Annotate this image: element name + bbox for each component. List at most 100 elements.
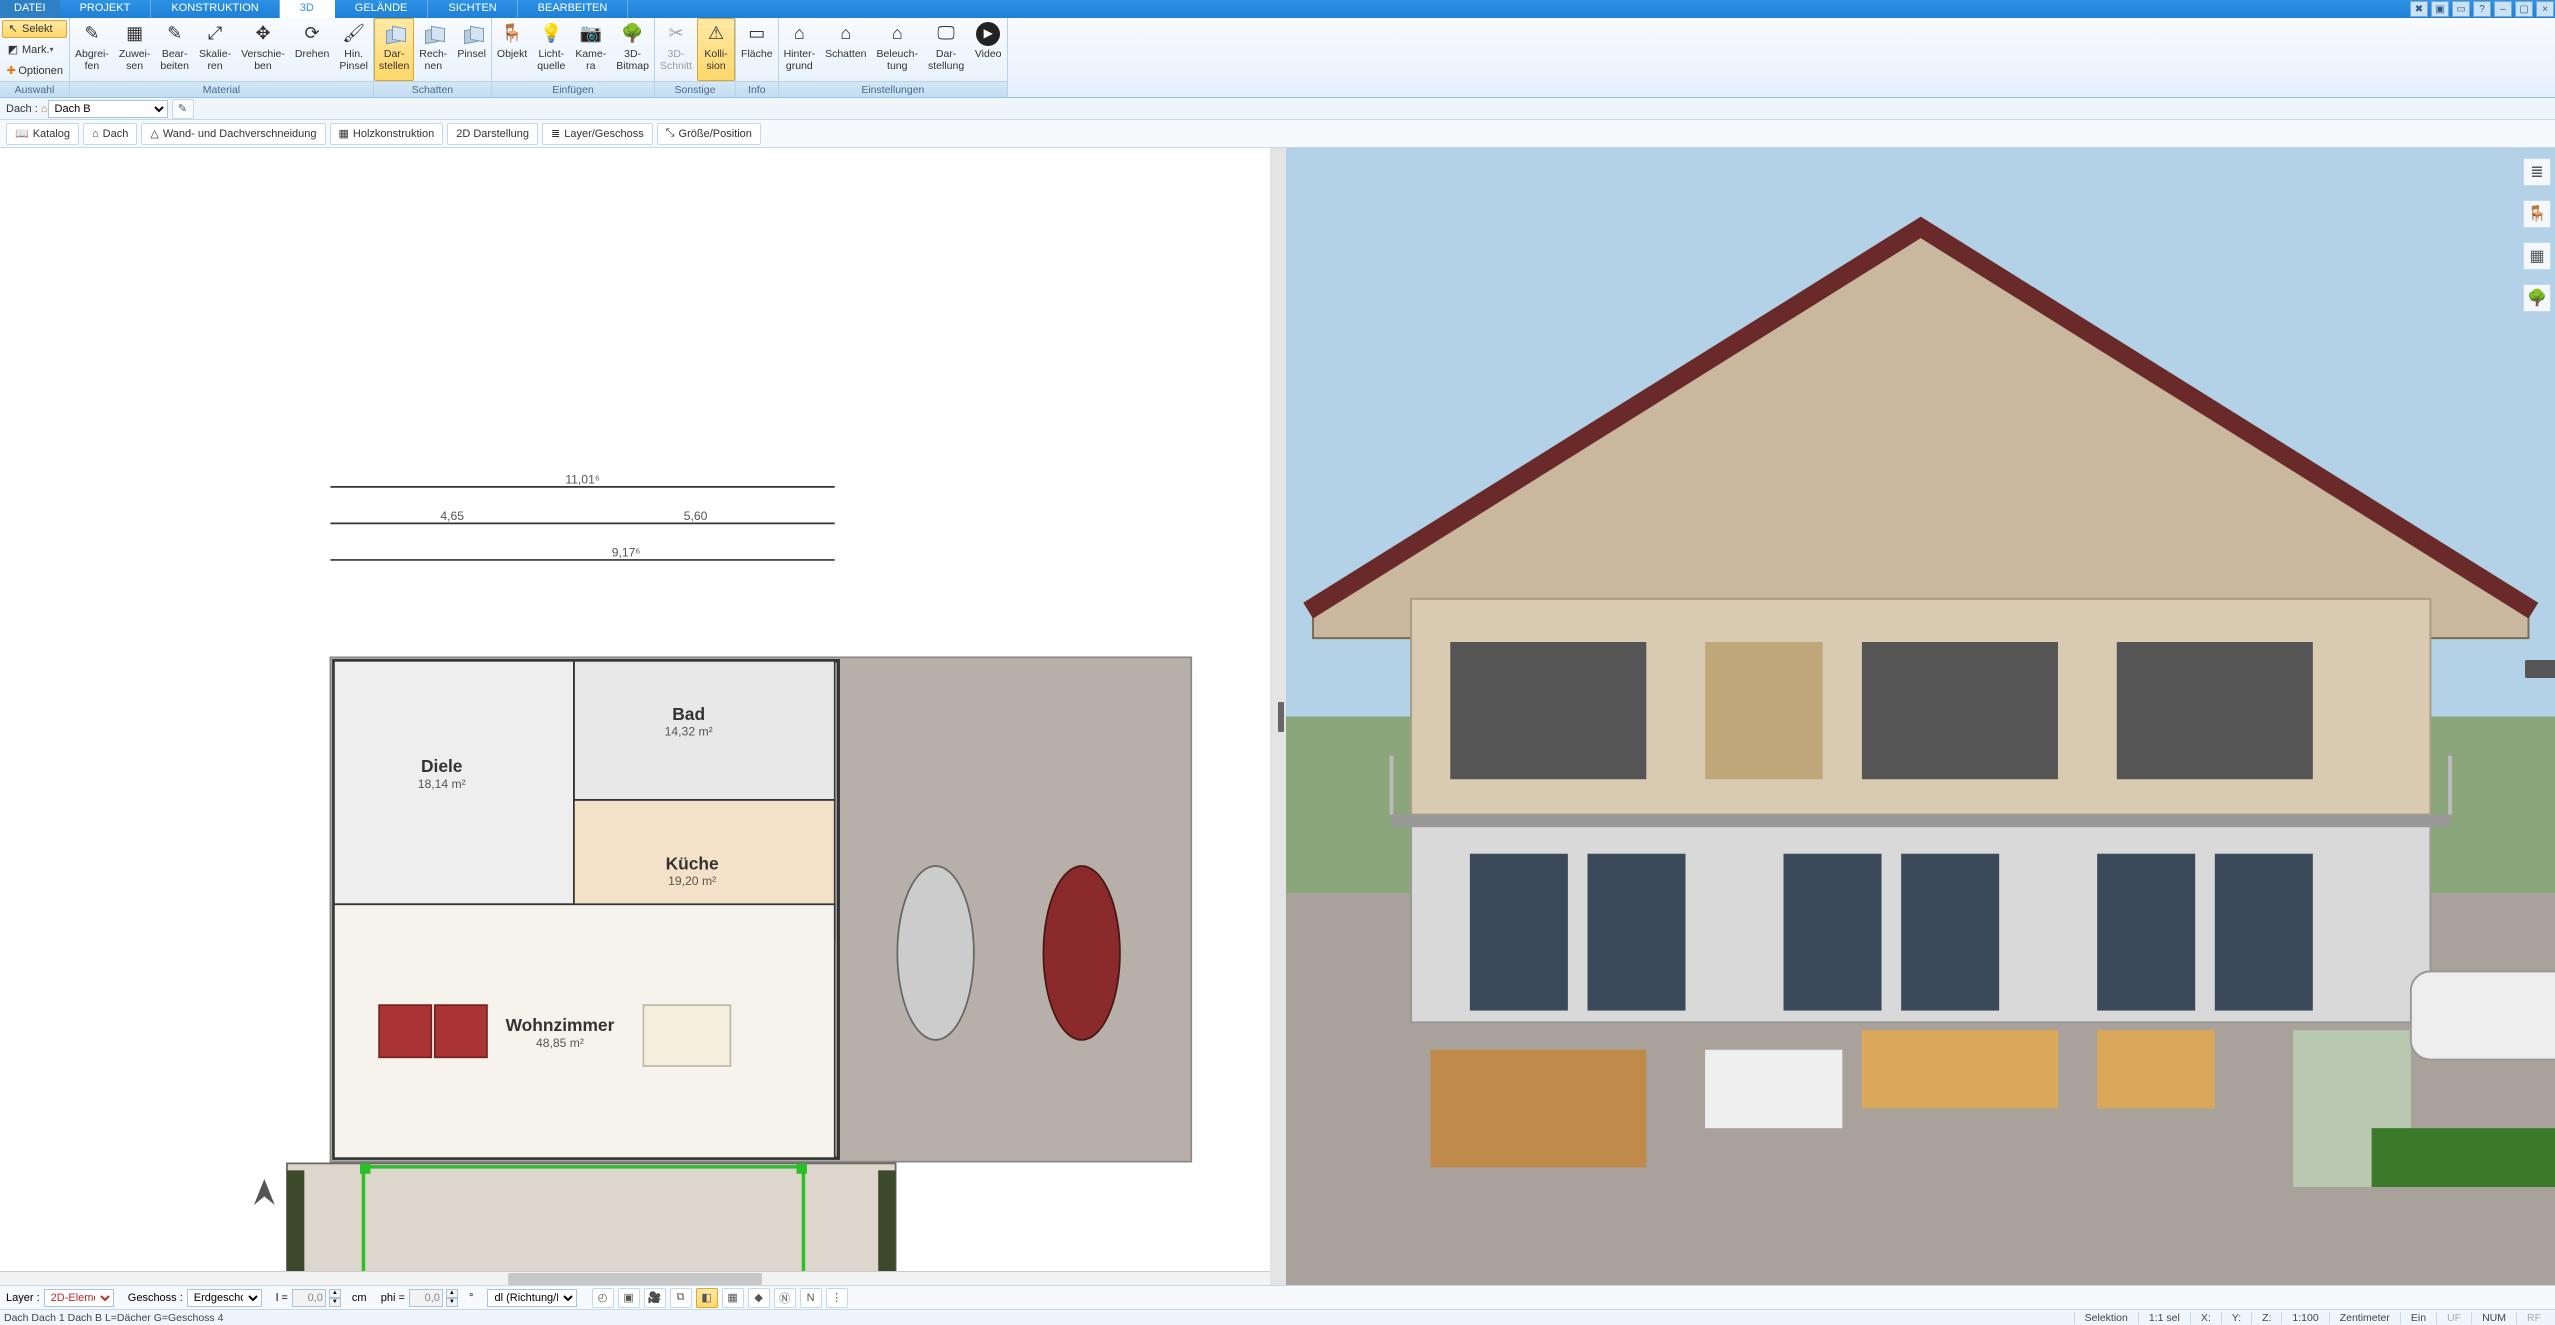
wandunddachverschneidung-button[interactable]: △Wand- und Dachverschneidung <box>141 123 325 145</box>
status-ein: Ein <box>2400 1312 2436 1324</box>
layergeschoss-button[interactable]: ≣Layer/Geschoss <box>542 123 653 145</box>
dbitmap-button[interactable]: 🌳3D-Bitmap <box>611 18 654 81</box>
drehen-button[interactable]: ⟳Drehen <box>290 18 334 81</box>
beleuchtung-button[interactable]: ⌂Beleuch-tung <box>872 18 923 81</box>
bulb-icon: 💡 <box>537 21 565 47</box>
room-area: 14,32 m² <box>665 725 713 739</box>
darstellung-button[interactable]: 🖵Dar-stellung <box>923 18 969 81</box>
ortho-icon[interactable]: ◧ <box>696 1288 718 1308</box>
plus-icon: ✚ <box>6 64 16 78</box>
menu-sichten[interactable]: SICHTEN <box>428 0 517 18</box>
room-area: 48,85 m² <box>536 1036 584 1050</box>
optionen-button[interactable]: ✚Optionen <box>2 62 67 80</box>
skalieren-button[interactable]: ⤢Skalie-ren <box>194 18 236 81</box>
furniture-panel-button[interactable]: 🪑 <box>2523 200 2551 228</box>
minimize-button[interactable]: – <box>2494 1 2512 17</box>
house3-icon: ⌂ <box>883 21 911 47</box>
menu-bearbeiten[interactable]: BEARBEITEN <box>518 0 629 18</box>
room-area: 19,20 m² <box>668 874 716 888</box>
bearbeiten-button[interactable]: ✎Bear-beiten <box>155 18 194 81</box>
view-3d[interactable]: ≣ 🪑 ▦ 🌳 <box>1286 148 2555 1285</box>
window-icon[interactable]: ▭ <box>2452 1 2470 17</box>
zuweisen-button[interactable]: ▦Zuwei-sen <box>114 18 156 81</box>
kollision-button[interactable]: ⚠Kolli-sion <box>697 18 735 81</box>
clipboard-icon[interactable]: ▣ <box>2431 1 2449 17</box>
dl-select[interactable]: dl (Richtung/Di <box>487 1289 577 1307</box>
camera-icon: 📷 <box>577 21 605 47</box>
screen-icon: 🖵 <box>932 21 960 47</box>
room-label: Diele <box>421 756 463 776</box>
cam-icon[interactable]: 🎥 <box>644 1288 666 1308</box>
cube-icon <box>458 21 486 47</box>
selekt-button[interactable]: ↖Selekt <box>2 20 67 38</box>
l-label: l = <box>276 1292 288 1304</box>
pinsel-button[interactable]: Pinsel <box>452 18 491 81</box>
layers-panel-button[interactable]: ≣ <box>2523 158 2551 186</box>
verschieben-button[interactable]: ✥Verschie-ben <box>236 18 290 81</box>
close-button[interactable]: × <box>2536 1 2554 17</box>
roof-icon: ⌂ <box>92 128 99 140</box>
holzkonstruktion-button[interactable]: ▦Holzkonstruktion <box>330 123 444 145</box>
view-2d[interactable]: Bad14,32 m²Diele18,14 m²Küche19,20 m²Woh… <box>0 148 1276 1285</box>
phi-spinner[interactable]: ▲▼ <box>446 1289 458 1307</box>
group-einstellungen: Einstellungen <box>779 81 1008 97</box>
darstellen-button[interactable]: Dar-stellen <box>374 18 414 81</box>
north-icon[interactable]: Ⓝ <box>774 1288 796 1308</box>
greposition-button[interactable]: ⤡Größe/Position <box>657 123 761 145</box>
edit-icon: ✎ <box>161 21 189 47</box>
clock-icon[interactable]: ◴ <box>592 1288 614 1308</box>
roof-small-icon: ⌂ <box>41 103 48 115</box>
plants-panel-button[interactable]: 🌳 <box>2523 284 2551 312</box>
status-x: X: <box>2190 1312 2221 1324</box>
status-left: Dach Dach 1 Dach B L=Dächer G=Geschoss 4 <box>4 1312 233 1324</box>
play-icon: ▶ <box>974 21 1002 47</box>
phi-input[interactable] <box>409 1289 443 1307</box>
help-icon[interactable]: ? <box>2473 1 2491 17</box>
hscrollbar-2d[interactable] <box>0 1271 1270 1285</box>
tools-icon[interactable]: ✖ <box>2410 1 2428 17</box>
record-icon[interactable]: ▣ <box>618 1288 640 1308</box>
collision-icon: ⚠ <box>702 21 730 47</box>
mark-icon: ◩ <box>6 43 20 57</box>
restore-button[interactable]: ▢ <box>2515 1 2533 17</box>
dach-select[interactable]: Dach B <box>48 100 168 118</box>
video-button[interactable]: ▶Video <box>969 18 1007 81</box>
rechnen-button[interactable]: Rech-nen <box>414 18 452 81</box>
n-icon[interactable]: N <box>800 1288 822 1308</box>
menu-konstruktion[interactable]: KONSTRUKTION <box>151 0 279 18</box>
ddarstellung-button[interactable]: 2D Darstellung <box>447 123 538 145</box>
menu-gelaende[interactable]: GELÄNDE <box>335 0 429 18</box>
lichtquelle-button[interactable]: 💡Licht-quelle <box>532 18 570 81</box>
edit-pencil-button[interactable]: ✎ <box>172 99 194 119</box>
splitter[interactable] <box>1276 148 1286 1285</box>
menu-datei[interactable]: DATEI <box>0 0 60 18</box>
flche-button[interactable]: ▭Fläche <box>736 18 778 81</box>
ribbon: ↖Selekt ◩Mark. ✚Optionen Auswahl ✎Abgrei… <box>0 18 2555 98</box>
copy-icon[interactable]: ⧉ <box>670 1288 692 1308</box>
dach-button[interactable]: ⌂Dach <box>83 123 137 145</box>
layer-select[interactable]: 2D-Elemen <box>44 1289 114 1307</box>
status-uf: UF <box>2436 1312 2471 1324</box>
menu-3d[interactable]: 3D <box>280 0 335 18</box>
status-selektion: Selektion <box>2074 1312 2138 1324</box>
kamera-button[interactable]: 📷Kame-ra <box>570 18 611 81</box>
status-scale: 1:100 <box>2281 1312 2328 1324</box>
l-spinner[interactable]: ▲▼ <box>329 1289 341 1307</box>
abgreifen-button[interactable]: ✎Abgrei-fen <box>70 18 114 81</box>
katalog-button[interactable]: 📖Katalog <box>6 123 79 145</box>
colors-panel-button[interactable]: ▦ <box>2523 242 2551 270</box>
grid-icon[interactable]: ▦ <box>722 1288 744 1308</box>
hintergrund-button[interactable]: ⌂Hinter-grund <box>779 18 821 81</box>
hinpinsel-button[interactable]: 🖌Hin.Pinsel <box>334 18 373 81</box>
north-arrow-icon <box>254 1179 275 1205</box>
menu-icon[interactable]: ⋮ <box>826 1288 848 1308</box>
l-input[interactable] <box>292 1289 326 1307</box>
geschoss-select[interactable]: Erdgeschos <box>187 1289 262 1307</box>
snap-icon[interactable]: ◆ <box>748 1288 770 1308</box>
side-handle[interactable] <box>2525 660 2555 678</box>
menu-projekt[interactable]: PROJEKT <box>60 0 152 18</box>
menu-bar: DATEI PROJEKT KONSTRUKTION 3D GELÄNDE SI… <box>0 0 2555 18</box>
mark-button[interactable]: ◩Mark. <box>2 41 67 59</box>
schatten-button[interactable]: ⌂Schatten <box>820 18 871 81</box>
objekt-button[interactable]: 🪑Objekt <box>492 18 532 81</box>
